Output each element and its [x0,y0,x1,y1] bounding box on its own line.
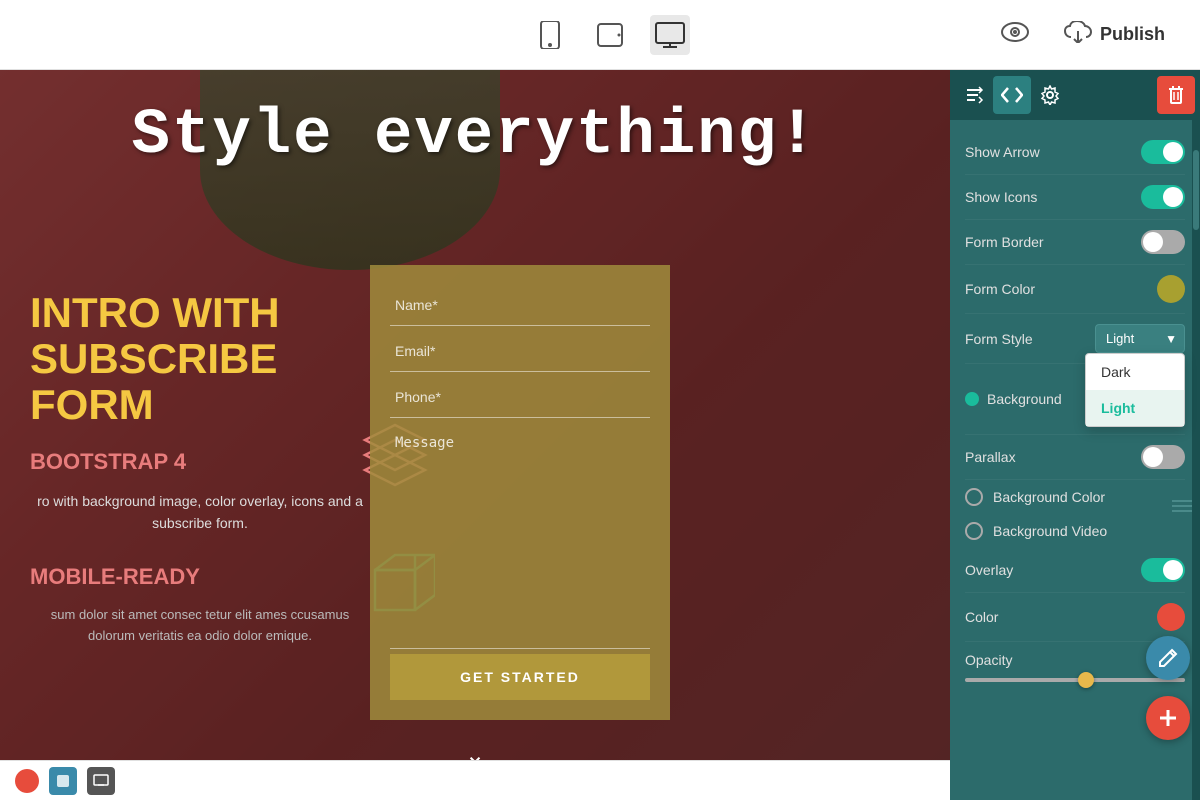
delete-tool-button[interactable] [1157,76,1195,114]
device-mobile-button[interactable] [530,15,570,55]
background-label: Background [987,391,1062,407]
form-color-swatch[interactable] [1157,275,1185,303]
code-tool-button[interactable] [993,76,1031,114]
color-label: Color [965,609,998,625]
overlay-label: Overlay [965,562,1013,578]
lorem-text: sum dolor sit amet consec tetur elit ame… [30,605,370,647]
setting-background-video: Background Video [965,514,1185,548]
publish-button[interactable]: Publish [1049,11,1180,59]
canvas-content: Style everything! INTRO WITH SUBSCRIBE F… [0,70,950,800]
edit-fab-button[interactable] [1146,636,1190,680]
setting-parallax: Parallax [965,435,1185,480]
setting-form-border: Form Border [965,220,1185,265]
panel-decoration [1172,500,1192,512]
canvas: Style everything! INTRO WITH SUBSCRIBE F… [0,70,950,800]
email-input[interactable] [390,331,650,372]
intro-title: INTRO WITH SUBSCRIBE FORM [30,290,370,429]
topbar-right: Publish [1001,11,1180,59]
add-fab-button[interactable] [1146,696,1190,740]
panel-toolbar [950,70,1200,120]
status-dot-red [15,769,39,793]
setting-color: Color [965,593,1185,642]
opacity-slider-thumb[interactable] [1078,672,1094,688]
overlay-toggle[interactable] [1141,558,1185,582]
setting-show-arrow: Show Arrow [965,130,1185,175]
intro-desc: ro with background image, color overlay,… [30,490,370,535]
form-style-select-wrapper: Light Dark ▼ Dark Light [1095,324,1185,353]
setting-form-style: Form Style Light Dark ▼ Dark Light [965,314,1185,364]
topbar: Publish [0,0,1200,70]
setting-form-color: Form Color [965,265,1185,314]
statusbar [0,760,950,800]
phone-input[interactable] [390,377,650,418]
get-started-button[interactable]: GET STARTED [390,654,650,700]
settings-panel: Show Arrow Show Icons Form Border [950,70,1200,800]
dropdown-light-option[interactable]: Light [1086,390,1184,426]
status-icon-desktop [87,767,115,795]
main-area: Style everything! INTRO WITH SUBSCRIBE F… [0,70,1200,800]
dropdown-dark-option[interactable]: Dark [1086,354,1184,390]
show-icons-label: Show Icons [965,189,1037,205]
subscribe-form: GET STARTED [370,265,670,720]
sort-tool-button[interactable] [955,76,993,114]
setting-show-icons: Show Icons [965,175,1185,220]
device-desktop-button[interactable] [650,15,690,55]
form-border-label: Form Border [965,234,1044,250]
background-color-radio[interactable] [965,488,983,506]
form-border-toggle[interactable] [1141,230,1185,254]
show-icons-toggle[interactable] [1141,185,1185,209]
cloud-upload-icon [1064,21,1092,49]
gear-tool-button[interactable] [1031,76,1069,114]
background-video-label: Background Video [993,523,1107,539]
name-input[interactable] [390,285,650,326]
form-style-label: Form Style [965,331,1033,347]
background-color-label: Background Color [993,489,1105,505]
main-heading: Style everything! [20,100,930,172]
background-video-radio[interactable] [965,522,983,540]
show-arrow-toggle[interactable] [1141,140,1185,164]
color-swatch[interactable] [1157,603,1185,631]
form-style-dropdown: Dark Light [1085,353,1185,427]
scrollbar-thumb[interactable] [1193,150,1199,230]
device-switcher [530,15,690,55]
mobile-label: MOBILE-READY [30,564,370,590]
bootstrap-label: BOOTSTRAP 4 [30,449,370,475]
preview-button[interactable] [1001,21,1029,49]
device-tablet-button[interactable] [590,15,630,55]
left-content: INTRO WITH SUBSCRIBE FORM BOOTSTRAP 4 ro… [10,270,390,667]
setting-background-color: Background Color [965,480,1185,514]
setting-overlay: Overlay [965,548,1185,593]
status-icon-blue [49,767,77,795]
opacity-slider-track[interactable] [965,678,1185,682]
message-input[interactable] [390,423,650,649]
panel-scrollbar[interactable] [1192,120,1200,800]
publish-label: Publish [1100,24,1165,45]
form-style-select[interactable]: Light Dark [1095,324,1185,353]
form-color-label: Form Color [965,281,1035,297]
parallax-label: Parallax [965,449,1016,465]
parallax-toggle[interactable] [1141,445,1185,469]
show-arrow-label: Show Arrow [965,144,1040,160]
